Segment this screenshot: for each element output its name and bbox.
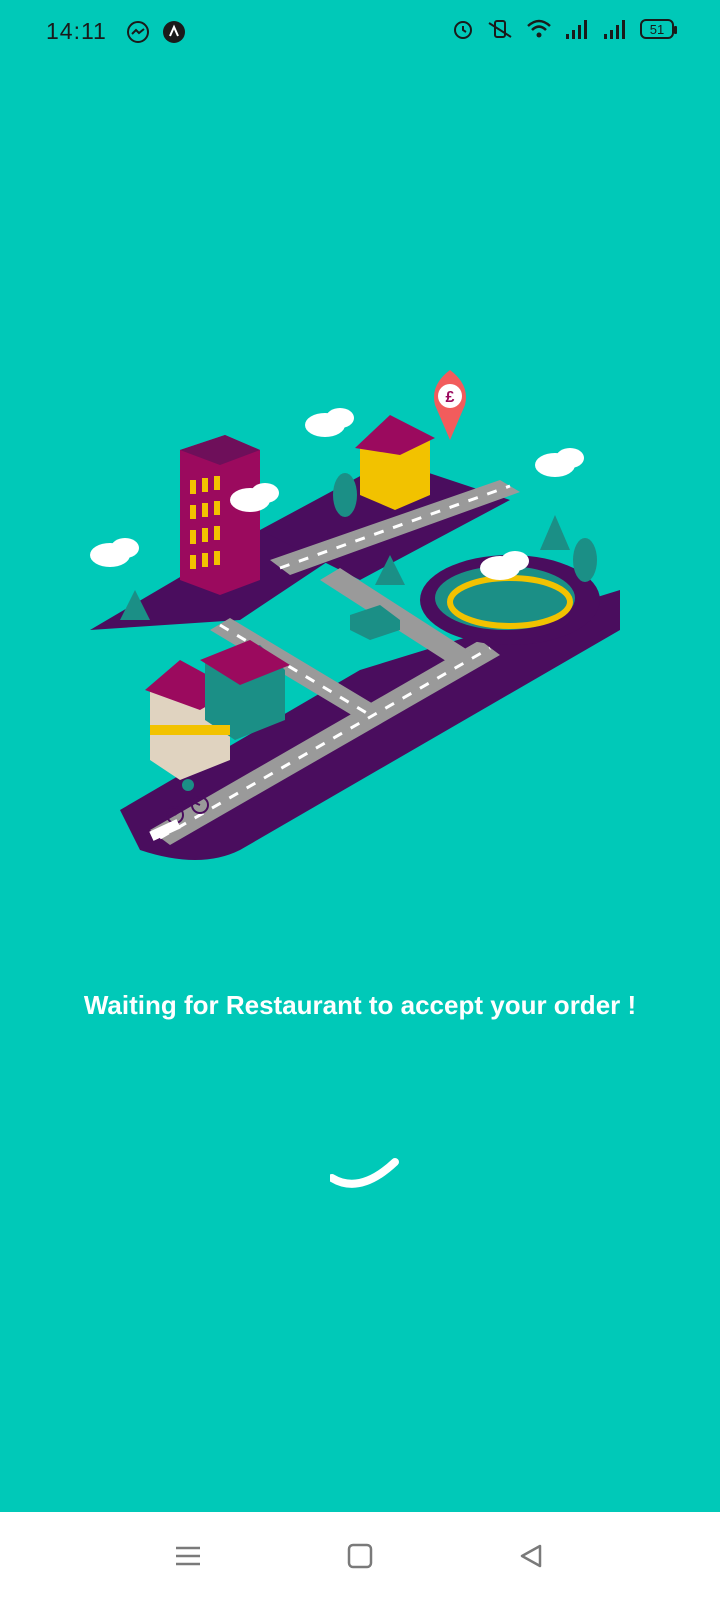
status-right-icons: 51	[452, 18, 677, 40]
back-triangle-icon[interactable]	[512, 1536, 552, 1576]
alarm-icon	[454, 21, 472, 39]
loading-spinner	[330, 1158, 399, 1188]
navigation-bar	[0, 1512, 720, 1600]
battery-level: 51	[649, 21, 665, 37]
home-square-icon[interactable]	[340, 1536, 380, 1576]
battery-icon: 51	[640, 19, 677, 39]
waiting-message: Waiting for Restaurant to accept your or…	[83, 990, 637, 1020]
vibrate-mute-icon	[488, 20, 512, 38]
wifi-icon	[527, 19, 551, 38]
price-pin-label: £	[446, 389, 455, 406]
status-left-icons	[126, 20, 186, 44]
app-a-icon	[163, 21, 185, 43]
signal-icon	[604, 20, 625, 39]
menu-icon[interactable]	[168, 1536, 208, 1576]
city-illustration: £	[90, 370, 620, 860]
signal-icon	[566, 20, 587, 39]
status-time: 14:11	[46, 18, 107, 44]
status-bar: 14:11 51	[0, 0, 720, 64]
messenger-icon	[127, 21, 149, 43]
